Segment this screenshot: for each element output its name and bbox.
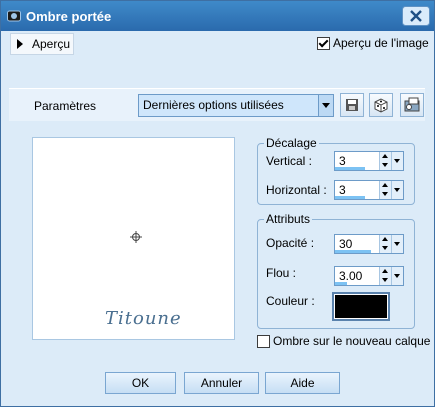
presets-row: Paramètres Dernières options utilisées bbox=[9, 88, 425, 121]
down-arrow-icon[interactable] bbox=[382, 163, 388, 167]
attributes-group-title: Attributs bbox=[264, 212, 313, 226]
blur-field[interactable]: 3.00 bbox=[334, 266, 404, 286]
save-preset-button[interactable] bbox=[340, 93, 364, 117]
preview-canvas[interactable]: Titoune bbox=[32, 137, 235, 340]
preview-toggle-label: Aperçu bbox=[32, 37, 71, 51]
presets-label: Paramètres bbox=[34, 99, 97, 113]
offset-group-title: Décalage bbox=[264, 136, 319, 150]
preview-watermark: Titoune bbox=[105, 308, 182, 329]
close-icon[interactable] bbox=[402, 6, 430, 26]
dialog-title: Ombre portée bbox=[26, 9, 112, 24]
color-label: Couleur : bbox=[266, 294, 315, 308]
vertical-field[interactable]: 3 bbox=[334, 151, 404, 171]
image-preview-label: Aperçu de l'image bbox=[333, 36, 429, 50]
app-icon bbox=[7, 10, 21, 22]
down-arrow-icon[interactable] bbox=[382, 278, 388, 282]
image-preview-check[interactable] bbox=[317, 37, 330, 50]
expand-arrow-icon bbox=[17, 39, 23, 49]
horizontal-level-bar bbox=[335, 196, 365, 199]
drop-shadow-dialog: Ombre portée Aperçu Aperçu de l'image Pa… bbox=[0, 0, 435, 407]
up-arrow-icon[interactable] bbox=[382, 154, 388, 158]
random-button[interactable] bbox=[369, 93, 393, 117]
up-arrow-icon[interactable] bbox=[382, 183, 388, 187]
preset-value: Dernières options utilisées bbox=[143, 98, 284, 112]
reset-icon bbox=[404, 97, 420, 112]
up-arrow-icon[interactable] bbox=[382, 269, 388, 273]
opacity-stepper[interactable] bbox=[379, 235, 391, 253]
offset-group: Décalage Vertical : 3 Horizontal : 3 bbox=[257, 136, 415, 205]
horizontal-stepper[interactable] bbox=[379, 181, 391, 199]
horizontal-label: Horizontal : bbox=[266, 183, 327, 197]
blur-value: 3.00 bbox=[339, 269, 363, 283]
horizontal-value: 3 bbox=[339, 183, 346, 197]
down-arrow-icon[interactable] bbox=[382, 246, 388, 250]
blur-label: Flou : bbox=[266, 266, 297, 280]
attributes-group: Attributs Opacité : 30 Flou : 3.00 Coule… bbox=[257, 212, 415, 329]
dice-icon bbox=[374, 98, 388, 113]
blur-slider-dropdown[interactable] bbox=[391, 267, 403, 285]
ok-button[interactable]: OK bbox=[105, 372, 176, 394]
title-bar[interactable]: Ombre portée bbox=[1, 1, 434, 31]
new-layer-label: Ombre sur le nouveau calque bbox=[273, 334, 431, 348]
opacity-field[interactable]: 30 bbox=[334, 234, 404, 254]
cancel-button[interactable]: Annuler bbox=[184, 372, 259, 394]
vertical-label: Vertical : bbox=[266, 154, 313, 168]
reset-button[interactable] bbox=[400, 93, 424, 117]
horizontal-slider-dropdown[interactable] bbox=[391, 181, 403, 199]
blur-stepper[interactable] bbox=[379, 267, 391, 285]
color-swatch[interactable] bbox=[332, 292, 390, 321]
save-icon bbox=[346, 99, 358, 111]
crosshair-icon bbox=[130, 231, 142, 243]
vertical-value: 3 bbox=[339, 154, 346, 168]
preset-dropdown[interactable]: Dernières options utilisées bbox=[138, 94, 334, 117]
opacity-slider-dropdown[interactable] bbox=[391, 235, 403, 253]
horizontal-field[interactable]: 3 bbox=[334, 180, 404, 200]
vertical-level-bar bbox=[335, 167, 365, 170]
opacity-label: Opacité : bbox=[266, 236, 315, 250]
preview-toggle[interactable]: Aperçu bbox=[10, 33, 74, 55]
vertical-stepper[interactable] bbox=[379, 152, 391, 170]
down-arrow-icon[interactable] bbox=[382, 192, 388, 196]
vertical-slider-dropdown[interactable] bbox=[391, 152, 403, 170]
help-button[interactable]: Aide bbox=[265, 372, 340, 394]
new-layer-check[interactable] bbox=[257, 335, 270, 348]
up-arrow-icon[interactable] bbox=[382, 237, 388, 241]
opacity-level-bar bbox=[335, 250, 371, 253]
chevron-down-icon[interactable] bbox=[318, 95, 333, 116]
blur-level-bar bbox=[335, 282, 347, 285]
opacity-value: 30 bbox=[339, 237, 353, 251]
